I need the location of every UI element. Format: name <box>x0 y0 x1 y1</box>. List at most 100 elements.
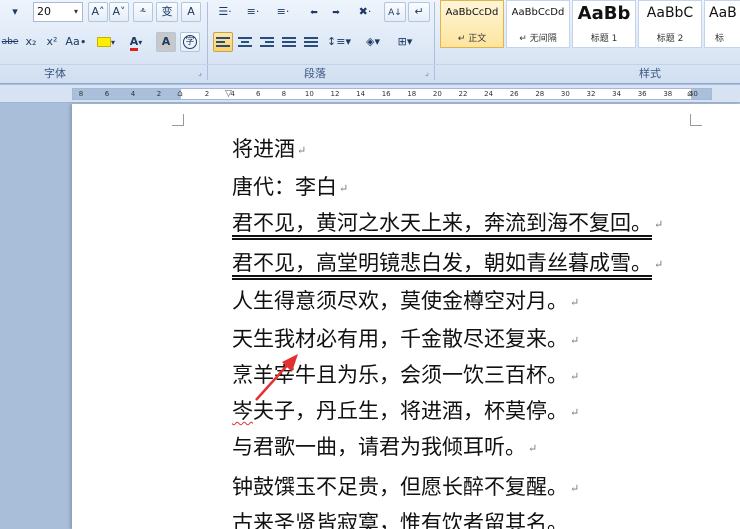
crop-mark-top-right <box>690 114 702 126</box>
style-heading-1[interactable]: AaBb 标题 1 <box>572 0 636 48</box>
crop-mark-top-left <box>172 114 184 126</box>
paragraph-mark: ↵ <box>570 481 580 495</box>
increase-indent-button[interactable]: ➡ <box>326 2 346 22</box>
distributed-button[interactable] <box>301 32 321 52</box>
line-spacing-button[interactable]: ↕≡▾ <box>325 32 353 52</box>
ruler-tick-label: 8 <box>78 90 84 98</box>
multilevel-list-icon: ≡· <box>276 5 290 18</box>
poem-line[interactable]: 岑夫子，丹丘生，将进酒，杯莫停。 ↵ <box>232 396 579 426</box>
borders-button[interactable]: ⊞▾ <box>390 32 420 52</box>
font-color-icon: A <box>129 36 139 51</box>
character-shading-button[interactable]: A <box>156 32 176 52</box>
change-case-label: Aa∙ <box>65 35 87 48</box>
paragraph-mark: ↵ <box>528 441 538 455</box>
paragraph-mark: ↵ <box>570 333 580 347</box>
shrink-font-label: A˅ <box>112 5 126 18</box>
line-text: 唐代：李白 <box>232 175 337 199</box>
ruler-tick-label: 40 <box>688 90 698 98</box>
poem-line[interactable]: 人生得意须尽欢，莫使金樽空对月。 ↵ <box>232 286 579 316</box>
style-heading-2[interactable]: AaBbC 标题 2 <box>638 0 702 48</box>
ruler-tick-label: 34 <box>612 90 622 98</box>
grow-font-label: A˄ <box>91 5 105 18</box>
ruler-tick-label: 2 <box>204 90 210 98</box>
shrink-font-button[interactable]: A˅ <box>109 2 129 22</box>
font-size-value: 20 <box>37 5 51 18</box>
poem-line[interactable]: 烹羊宰牛且为乐，会须一饮三百杯。 ↵ <box>232 360 579 390</box>
character-border-button[interactable]: A <box>181 2 201 22</box>
character-border-label: A <box>187 5 195 18</box>
align-right-button[interactable] <box>257 32 277 52</box>
ruler-tick-label: 4 <box>130 90 136 98</box>
poem-line[interactable]: 与君歌一曲，请君为我倾耳听。 ↵ <box>232 432 537 462</box>
increase-indent-icon: ➡ <box>332 8 340 18</box>
paragraph-mark-icon: ↵ <box>414 5 424 18</box>
justify-button[interactable] <box>279 32 299 52</box>
enclose-characters-icon: 字 <box>183 35 197 49</box>
ribbon: ▾ 20 ▾ A˄ A˅ ⸛ 变 A abe x₂ x² Aa∙ ▾ A▾ A … <box>0 0 740 84</box>
enclose-characters-button[interactable]: 字 <box>180 32 200 52</box>
font-dialog-launcher-icon[interactable]: ⌟ <box>195 68 205 78</box>
style-heading-3[interactable]: AaB 标 <box>704 0 740 48</box>
ruler-tick-label: 8 <box>281 90 287 98</box>
paragraph-mark: ↵ <box>339 181 349 195</box>
style-name: 标题 1 <box>590 34 618 44</box>
clear-format-button[interactable]: ⸛ <box>133 2 153 22</box>
ruler-band: ⌂ ▽ ⌂ 8 6 4 2 2 4 6 8 10 12 14 16 18 20 22 24 26 28 30 32 34… <box>72 88 712 100</box>
ruler-tick-label: 38 <box>663 90 673 98</box>
left-indent-marker-icon[interactable]: ⌂ <box>177 89 183 99</box>
sort-icon: A↓ <box>388 8 402 18</box>
highlight-color-button[interactable]: ▾ <box>92 32 120 52</box>
numbering-button[interactable]: ≡· <box>240 2 266 22</box>
subscript-label: x₂ <box>25 35 37 48</box>
ribbon-divider <box>0 64 740 65</box>
style-sample: AaBb <box>577 3 631 24</box>
horizontal-ruler[interactable]: ⌂ ▽ ⌂ 8 6 4 2 2 4 6 8 10 12 14 16 18 20 22 24 26 28 30 32 34… <box>0 85 740 103</box>
superscript-label: x² <box>46 35 58 48</box>
shading-button[interactable]: ◈▾ <box>358 32 388 52</box>
poem-author[interactable]: 唐代：李白 ↵ <box>232 172 348 202</box>
spellcheck-mark[interactable]: 岑 <box>232 399 253 423</box>
style-name: 标 <box>715 34 725 44</box>
font-name-dropdown-arrow[interactable]: ▾ <box>0 2 30 22</box>
dropdown-arrow-icon: ▾ <box>138 38 143 47</box>
line-text: 岑夫子，丹丘生，将进酒，杯莫停。 <box>232 399 568 423</box>
line-spacing-icon: ↕≡▾ <box>327 35 351 48</box>
font-color-button[interactable]: A▾ <box>122 32 150 52</box>
poem-line[interactable]: 天生我材必有用，千金散尽还复来。 ↵ <box>232 324 579 354</box>
poem-line-underlined[interactable]: 君不见，高堂明镜悲白发，朝如青丝暮成雪。 ↵ <box>232 248 663 278</box>
font-size-dropdown-icon[interactable]: ▾ <box>70 3 82 21</box>
poem-line[interactable]: 古来圣贤皆寂寞，惟有饮者留其名。 <box>232 508 570 529</box>
document-page[interactable]: 将进酒 ↵ 唐代：李白 ↵ 君不见，黄河之水天上来，奔流到海不复回。 ↵ 君不见，高堂… <box>72 104 740 529</box>
bullets-button[interactable]: ☰· <box>212 2 238 22</box>
paragraph-mark: ↵ <box>654 217 664 231</box>
font-size-input[interactable]: 20 ▾ <box>33 2 83 22</box>
align-center-button[interactable] <box>235 32 255 52</box>
change-case-button[interactable]: Aa∙ <box>63 32 89 52</box>
superscript-button[interactable]: x² <box>42 32 62 52</box>
grow-font-button[interactable]: A˄ <box>88 2 108 22</box>
chinese-layout-button[interactable]: ✖· <box>350 2 380 22</box>
highlighter-icon <box>96 37 111 47</box>
style-normal[interactable]: AaBbCcDd ↵ 正文 <box>440 0 504 48</box>
subscript-button[interactable]: x₂ <box>21 32 41 52</box>
ruler-tick-label: 28 <box>535 90 545 98</box>
strikethrough-button[interactable]: abe <box>0 32 20 52</box>
decrease-indent-button[interactable]: ⬅ <box>304 2 324 22</box>
multilevel-list-button[interactable]: ≡· <box>268 2 298 22</box>
sort-button[interactable]: A↓ <box>384 2 406 22</box>
paragraph-mark: ↵ <box>570 405 580 419</box>
group-separator <box>207 2 208 80</box>
align-left-button[interactable] <box>213 32 233 52</box>
borders-icon: ⊞▾ <box>397 35 413 48</box>
ruler-tick-label: 18 <box>407 90 417 98</box>
ruler-tick-label: 14 <box>356 90 366 98</box>
paragraph-dialog-launcher-icon[interactable]: ⌟ <box>422 68 432 78</box>
poem-title[interactable]: 将进酒 ↵ <box>232 134 306 164</box>
style-no-spacing[interactable]: AaBbCcDd ↵ 无间隔 <box>506 0 570 48</box>
phonetic-guide-button[interactable]: 变 <box>156 2 178 22</box>
show-marks-button[interactable]: ↵ <box>408 2 430 22</box>
decrease-indent-icon: ⬅ <box>310 8 318 18</box>
poem-line-underlined[interactable]: 君不见，黄河之水天上来，奔流到海不复回。 ↵ <box>232 208 663 238</box>
line-text: 君不见，高堂明镜悲白发，朝如青丝暮成雪。 <box>232 251 652 275</box>
poem-line[interactable]: 钟鼓馔玉不足贵，但愿长醉不复醒。 ↵ <box>232 472 579 502</box>
